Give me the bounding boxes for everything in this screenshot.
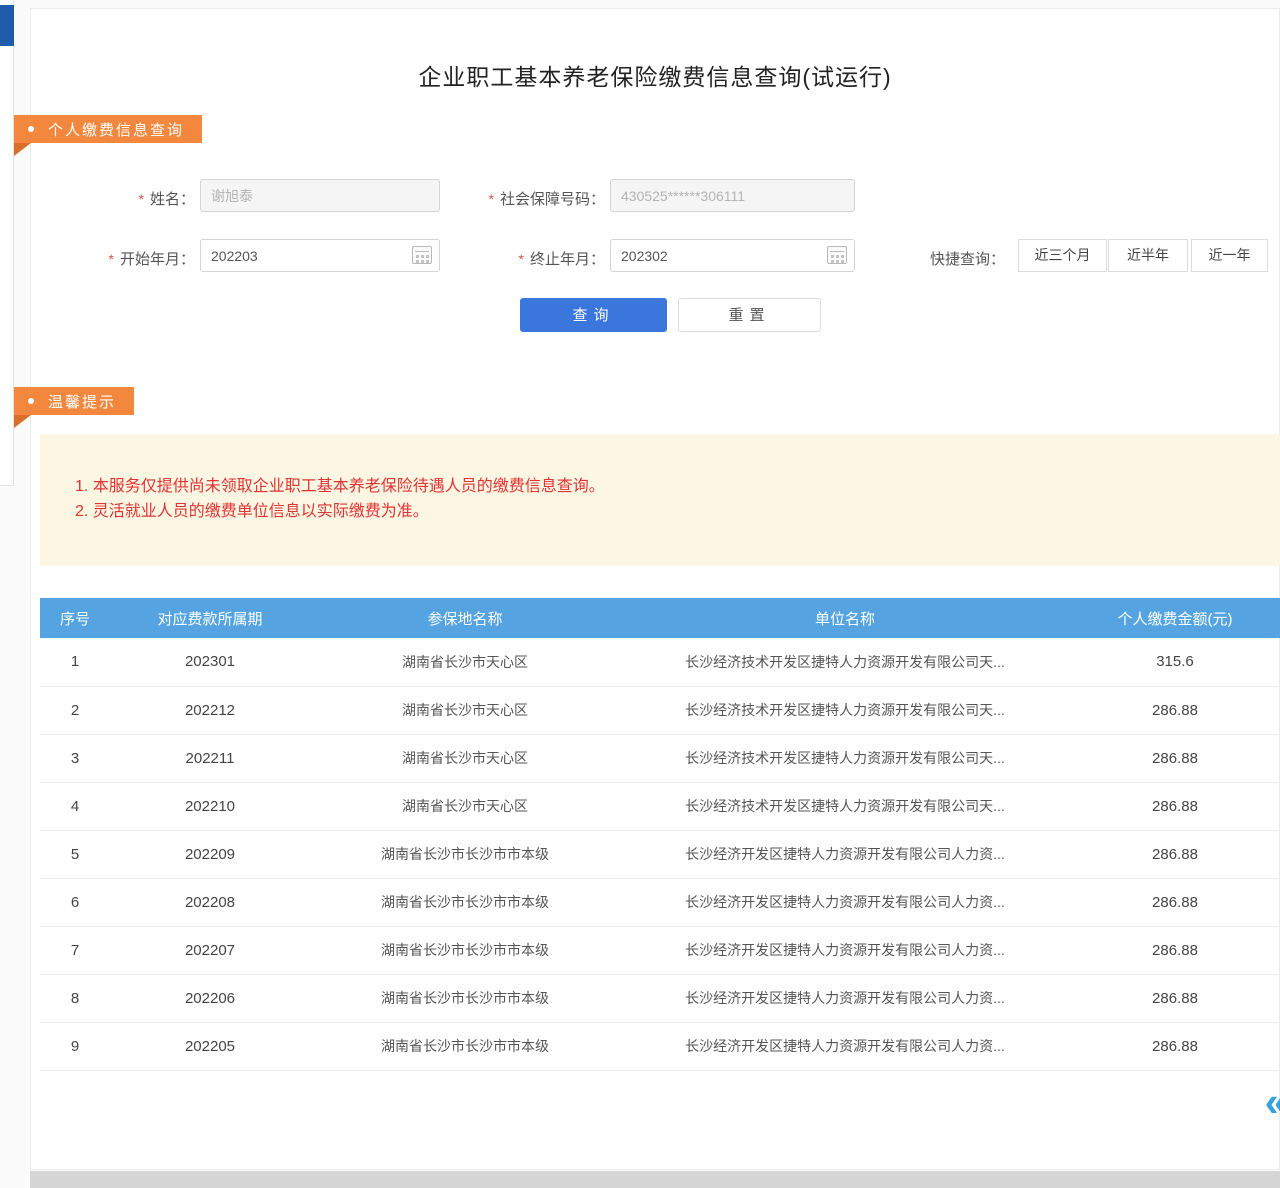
section-badge-personal-payment-query: 个人缴费信息查询 [14, 115, 202, 143]
table-cell: 9 [40, 1022, 110, 1070]
table-row: 8202206湖南省长沙市长沙市市本级长沙经济开发区捷特人力资源开发有限公司人力… [40, 974, 1280, 1022]
name-field [200, 179, 440, 212]
page-title: 企业职工基本养老保险缴费信息查询(试运行) [30, 58, 1280, 92]
table-cell: 湖南省长沙市天心区 [310, 686, 620, 734]
ssn-field [610, 179, 855, 212]
table-cell: 286.88 [1070, 734, 1280, 782]
reset-button[interactable]: 重置 [678, 298, 821, 332]
table-row: 7202207湖南省长沙市长沙市市本级长沙经济开发区捷特人力资源开发有限公司人力… [40, 926, 1280, 974]
tips-line: 2. 灵活就业人员的缴费单位信息以实际缴费为准。 [75, 499, 1280, 524]
table-header-cell: 参保地名称 [310, 598, 620, 638]
table-body: 1202301湖南省长沙市天心区长沙经济技术开发区捷特人力资源开发有限公司天..… [40, 638, 1280, 1070]
table-cell: 286.88 [1070, 926, 1280, 974]
table-cell: 202207 [110, 926, 310, 974]
table-row: 1202301湖南省长沙市天心区长沙经济技术开发区捷特人力资源开发有限公司天..… [40, 638, 1280, 686]
table-cell: 202212 [110, 686, 310, 734]
left-rail-active-block [0, 5, 14, 46]
table-cell: 湖南省长沙市长沙市市本级 [310, 830, 620, 878]
section-badge-label: 温馨提示 [48, 391, 116, 412]
required-asterisk: * [139, 191, 144, 207]
table-cell: 286.88 [1070, 686, 1280, 734]
table-row: 3202211湖南省长沙市天心区长沙经济技术开发区捷特人力资源开发有限公司天..… [40, 734, 1280, 782]
table-cell: 湖南省长沙市天心区 [310, 734, 620, 782]
table-cell: 长沙经济开发区捷特人力资源开发有限公司人力资... [620, 1022, 1070, 1070]
table-cell: 4 [40, 782, 110, 830]
query-button[interactable]: 查询 [520, 298, 667, 332]
section-badge-tips: 温馨提示 [14, 387, 134, 415]
table-cell: 202206 [110, 974, 310, 1022]
table-cell: 202210 [110, 782, 310, 830]
table-row: 9202205湖南省长沙市长沙市市本级长沙经济开发区捷特人力资源开发有限公司人力… [40, 1022, 1280, 1070]
table-cell: 7 [40, 926, 110, 974]
bottom-scrollbar-strip[interactable] [30, 1171, 1280, 1188]
table-cell: 长沙经济开发区捷特人力资源开发有限公司人力资... [620, 974, 1070, 1022]
table-row: 5202209湖南省长沙市长沙市市本级长沙经济开发区捷特人力资源开发有限公司人力… [40, 830, 1280, 878]
table-header-cell: 序号 [40, 598, 110, 638]
quick-query-last-half-year-button[interactable]: 近半年 [1108, 239, 1188, 272]
required-asterisk: * [519, 251, 524, 267]
bullet-dot-icon [28, 398, 34, 404]
table-cell: 286.88 [1070, 782, 1280, 830]
end-month-input[interactable] [610, 239, 855, 272]
table-cell: 湖南省长沙市长沙市市本级 [310, 974, 620, 1022]
quick-query-last-year-button[interactable]: 近一年 [1191, 239, 1268, 272]
payment-records-table: 序号对应费款所属期参保地名称单位名称个人缴费金额(元) 1202301湖南省长沙… [40, 598, 1280, 1071]
table-cell: 长沙经济技术开发区捷特人力资源开发有限公司天... [620, 686, 1070, 734]
ssn-label: *社会保障号码： [455, 188, 605, 209]
table-cell: 长沙经济技术开发区捷特人力资源开发有限公司天... [620, 782, 1070, 830]
table-cell: 湖南省长沙市天心区 [310, 638, 620, 686]
required-asterisk: * [109, 251, 114, 267]
table-cell: 202211 [110, 734, 310, 782]
table-cell: 湖南省长沙市长沙市市本级 [310, 1022, 620, 1070]
start-month-label: *开始年月： [75, 248, 195, 269]
table-cell: 286.88 [1070, 974, 1280, 1022]
table-row: 4202210湖南省长沙市天心区长沙经济技术开发区捷特人力资源开发有限公司天..… [40, 782, 1280, 830]
table-cell: 3 [40, 734, 110, 782]
table-cell: 202301 [110, 638, 310, 686]
left-rail [0, 0, 14, 486]
required-asterisk: * [489, 191, 494, 207]
table-row: 2202212湖南省长沙市天心区长沙经济技术开发区捷特人力资源开发有限公司天..… [40, 686, 1280, 734]
end-month-label: *终止年月： [490, 248, 605, 269]
table-cell: 湖南省长沙市天心区 [310, 782, 620, 830]
table-header-row: 序号对应费款所属期参保地名称单位名称个人缴费金额(元) [40, 598, 1280, 638]
section-badge-label: 个人缴费信息查询 [48, 119, 184, 140]
table-cell: 315.6 [1070, 638, 1280, 686]
tips-notice-box: 1. 本服务仅提供尚未领取企业职工基本养老保险待遇人员的缴费信息查询。 2. 灵… [40, 434, 1280, 566]
table-cell: 长沙经济技术开发区捷特人力资源开发有限公司天... [620, 638, 1070, 686]
table-cell: 1 [40, 638, 110, 686]
table-cell: 202205 [110, 1022, 310, 1070]
table-cell: 长沙经济开发区捷特人力资源开发有限公司人力资... [620, 830, 1070, 878]
tips-line: 1. 本服务仅提供尚未领取企业职工基本养老保险待遇人员的缴费信息查询。 [75, 474, 1280, 499]
calendar-icon[interactable] [412, 246, 432, 264]
table-header-cell: 个人缴费金额(元) [1070, 598, 1280, 638]
bullet-dot-icon [28, 126, 34, 132]
table-cell: 2 [40, 686, 110, 734]
collapse-double-chevron-icon[interactable]: « [1265, 1082, 1280, 1122]
table-row: 6202208湖南省长沙市长沙市市本级长沙经济开发区捷特人力资源开发有限公司人力… [40, 878, 1280, 926]
table-cell: 286.88 [1070, 878, 1280, 926]
table-cell: 湖南省长沙市长沙市市本级 [310, 926, 620, 974]
table-cell: 湖南省长沙市长沙市市本级 [310, 878, 620, 926]
table-cell: 长沙经济技术开发区捷特人力资源开发有限公司天... [620, 734, 1070, 782]
quick-query-last-3-months-button[interactable]: 近三个月 [1018, 239, 1107, 272]
table-header-cell: 单位名称 [620, 598, 1070, 638]
table-cell: 长沙经济开发区捷特人力资源开发有限公司人力资... [620, 926, 1070, 974]
table-cell: 202209 [110, 830, 310, 878]
table-cell: 长沙经济开发区捷特人力资源开发有限公司人力资... [620, 878, 1070, 926]
table-cell: 8 [40, 974, 110, 1022]
table-header-cell: 对应费款所属期 [110, 598, 310, 638]
start-month-input[interactable] [200, 239, 440, 272]
table-cell: 286.88 [1070, 830, 1280, 878]
table-cell: 202208 [110, 878, 310, 926]
table-cell: 5 [40, 830, 110, 878]
table-cell: 286.88 [1070, 1022, 1280, 1070]
name-label: *姓名： [90, 188, 195, 209]
table-cell: 6 [40, 878, 110, 926]
quick-query-label: 快捷查询： [930, 248, 1012, 269]
calendar-icon[interactable] [827, 246, 847, 264]
